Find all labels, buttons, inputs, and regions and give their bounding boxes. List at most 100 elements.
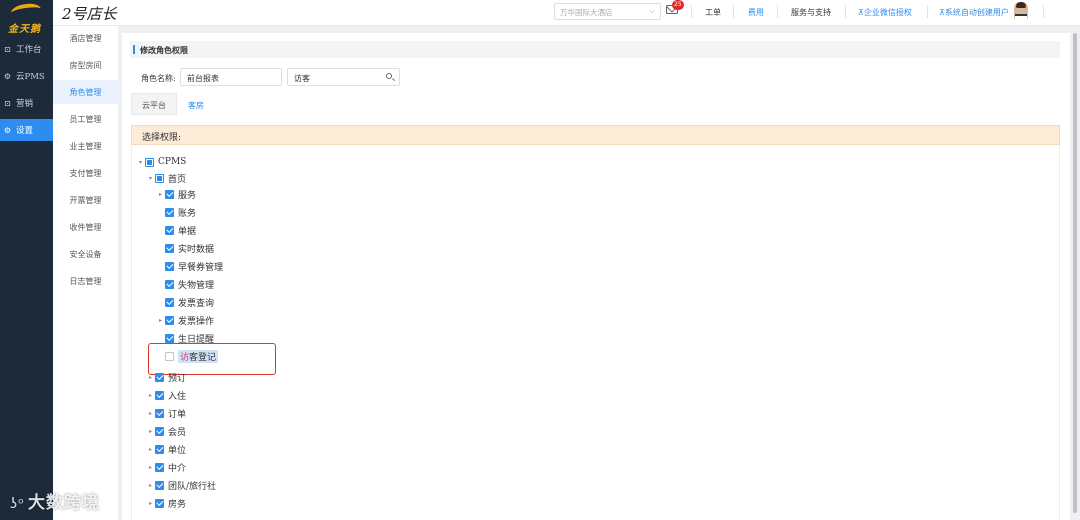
wecom-auth-link[interactable]: ⊼企业微信授权: [858, 7, 912, 18]
scrollbar-thumb[interactable]: [1073, 33, 1077, 513]
fees-link[interactable]: 费用: [748, 7, 764, 18]
logo-text: 金天鹅: [8, 24, 41, 35]
tree-node-invoice-ops[interactable]: ▸ 发票操作: [156, 312, 214, 328]
caret-right-icon[interactable]: ▸: [156, 191, 165, 198]
system-user-link[interactable]: ⊼系统自动创建用户: [939, 7, 1009, 18]
checkbox-checked[interactable]: [155, 462, 164, 472]
logo-swoosh-icon: [10, 1, 42, 21]
caret-right-icon[interactable]: ▸: [146, 428, 155, 435]
tree-node-members[interactable]: ▸ 会员: [146, 423, 186, 439]
caret-right-icon[interactable]: ▸: [146, 446, 155, 453]
checkbox-checked[interactable]: [155, 408, 164, 418]
brand-title: 2号店长: [62, 5, 117, 23]
divider: [845, 5, 846, 18]
caret-right-icon[interactable]: ▸: [146, 482, 155, 489]
section-title: 修改角色权限: [130, 41, 1060, 58]
service-support-link[interactable]: 服务与支持: [791, 7, 831, 18]
avatar[interactable]: [1014, 2, 1028, 20]
gear-icon: ⚙: [3, 71, 12, 81]
main-panel: 修改角色权限 角色名称: 前台报表 访客 云平台 客房 选择权限:: [122, 33, 1070, 520]
subnav-item-security[interactable]: 安全设备: [53, 242, 118, 266]
tree-node-booking[interactable]: ▸ 预订: [146, 369, 186, 385]
rail-item-workbench[interactable]: ⊡ 工作台: [0, 38, 53, 60]
work-order-link[interactable]: 工单: [705, 7, 721, 18]
mail-count-badge: 25: [672, 0, 684, 10]
settings-subnav: 酒店管理 房型房间 角色管理 员工管理 业主管理 支付管理 开票管理 收件管理 …: [53, 26, 118, 520]
checkbox-checked[interactable]: [155, 372, 164, 382]
tree-node-home[interactable]: ▾ 首页: [146, 170, 186, 186]
tree-node-documents[interactable]: 单据: [156, 222, 196, 238]
tree-node-realtime[interactable]: 实时数据: [156, 240, 214, 256]
subnav-item-invoice[interactable]: 开票管理: [53, 188, 118, 212]
caret-right-icon[interactable]: ▸: [146, 392, 155, 399]
tree-node-lost-found[interactable]: 失物管理: [156, 276, 214, 292]
subnav-item-staff[interactable]: 员工管理: [53, 107, 118, 131]
subnav-item-roles[interactable]: 角色管理: [53, 80, 118, 104]
checkbox-checked[interactable]: [155, 426, 164, 436]
app-rail: 金天鹅 ⊡ 工作台 ⚙ 云PMS ⊡ 营销 ⚙ 设置: [0, 0, 53, 520]
permission-header: 选择权限:: [131, 125, 1060, 145]
divider: [777, 5, 778, 18]
watermark-mark-icon: ʖᵒ: [10, 496, 25, 512]
tree-node-invoice-query[interactable]: 发票查询: [156, 294, 214, 310]
caret-down-icon[interactable]: ▾: [136, 159, 145, 166]
tree-node-housekeeping[interactable]: ▸ 房务: [146, 495, 186, 511]
divider: [927, 5, 928, 18]
caret-right-icon[interactable]: ▸: [146, 464, 155, 471]
brand-logo[interactable]: 金天鹅: [0, 0, 53, 35]
divider: [691, 5, 692, 18]
subnav-item-payment[interactable]: 支付管理: [53, 161, 118, 185]
checkbox-checked[interactable]: [165, 243, 174, 253]
tab-cloud-platform[interactable]: 云平台: [131, 93, 177, 115]
checkbox-checked[interactable]: [155, 480, 164, 490]
permission-tree: [131, 145, 1060, 520]
tree-node-cpms[interactable]: ▾ CPMS: [136, 154, 186, 170]
tree-node-service[interactable]: ▸ 服务: [156, 186, 196, 202]
checkbox-checked[interactable]: [165, 207, 174, 217]
subnav-item-logs[interactable]: 日志管理: [53, 269, 118, 293]
caret-right-icon[interactable]: ▸: [146, 410, 155, 417]
subnav-item-hotel[interactable]: 酒店管理: [53, 26, 118, 50]
checkbox-checked[interactable]: [165, 225, 174, 235]
square-icon: ⊡: [4, 98, 11, 108]
tree-node-group-travel[interactable]: ▸ 团队/旅行社: [146, 477, 216, 493]
tree-node-agency[interactable]: ▸ 中介: [146, 459, 186, 475]
gear-icon: ⚙: [3, 125, 12, 135]
checkbox-checked[interactable]: [165, 279, 174, 289]
platform-tabs: 云平台 客房: [131, 93, 215, 115]
rail-item-settings[interactable]: ⚙ 设置: [0, 119, 53, 141]
tab-guest-rooms[interactable]: 客房: [177, 93, 215, 115]
subnav-item-parcel[interactable]: 收件管理: [53, 215, 118, 239]
tree-node-company[interactable]: ▸ 单位: [146, 441, 186, 457]
watermark: ʖᵒ 大数跨境: [10, 493, 100, 513]
subnav-item-rooms[interactable]: 房型房间: [53, 53, 118, 77]
caret-right-icon[interactable]: ▸: [156, 317, 165, 324]
caret-right-icon[interactable]: ▸: [146, 500, 155, 507]
checkbox-checked[interactable]: [165, 315, 174, 325]
search-icon[interactable]: [386, 73, 392, 79]
caret-down-icon[interactable]: ▾: [146, 175, 155, 182]
tree-node-orders[interactable]: ▸ 订单: [146, 405, 186, 421]
divider: [733, 5, 734, 18]
role-name-label: 角色名称:: [141, 74, 176, 83]
tree-node-breakfast[interactable]: 早餐券管理: [156, 258, 223, 274]
checkbox-checked[interactable]: [155, 498, 164, 508]
subnav-item-owners[interactable]: 业主管理: [53, 134, 118, 158]
checkbox-partial[interactable]: [155, 173, 164, 183]
permission-search-input[interactable]: 访客: [287, 68, 400, 86]
checkbox-checked[interactable]: [165, 261, 174, 271]
rail-item-marketing[interactable]: ⊡ 营销: [0, 92, 53, 114]
chevron-down-icon: ⌵: [648, 6, 655, 15]
tree-node-accounts[interactable]: 账务: [156, 204, 196, 220]
checkbox-partial[interactable]: [145, 157, 154, 167]
rail-item-cloud-pms[interactable]: ⚙ 云PMS: [0, 65, 53, 87]
checkbox-checked[interactable]: [165, 297, 174, 307]
checkbox-checked[interactable]: [165, 333, 174, 343]
role-name-input[interactable]: 前台报表: [180, 68, 282, 86]
checkbox-checked[interactable]: [155, 444, 164, 454]
tree-node-checkin[interactable]: ▸ 入住: [146, 387, 186, 403]
checkbox-checked[interactable]: [165, 189, 174, 199]
caret-right-icon[interactable]: ▸: [146, 374, 155, 381]
hotel-select[interactable]: 万华国际大酒店 ⌵: [554, 3, 661, 20]
checkbox-checked[interactable]: [155, 390, 164, 400]
